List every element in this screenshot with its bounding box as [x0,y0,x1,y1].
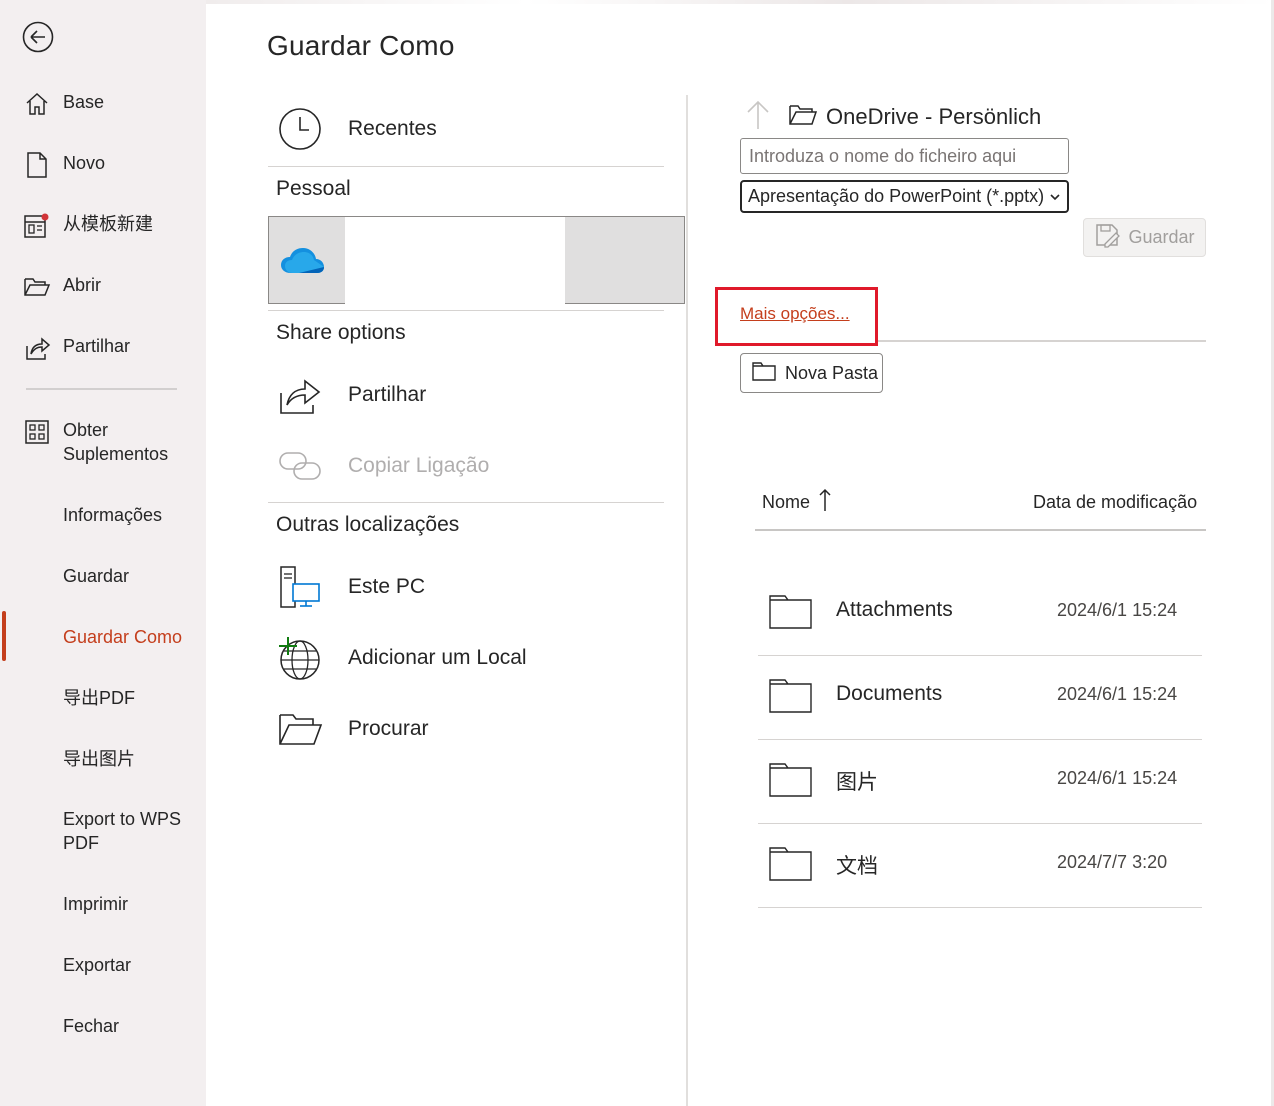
nav-export-label: Exportar [63,955,132,975]
clock-icon [276,105,324,153]
file-type-select[interactable]: Apresentação do PowerPoint (*.pptx) [740,180,1069,213]
link-icon [276,442,324,490]
share-button[interactable]: Partilhar [276,367,676,423]
options-divider [878,340,1206,342]
globe-add-icon [276,634,324,682]
back-arrow-icon [22,21,54,53]
new-document-icon [22,151,52,179]
home-icon [22,90,52,118]
folder-row[interactable]: Attachments 2024/6/1 15:24 [758,572,1202,656]
nav-open-label: Abrir [63,275,102,295]
template-icon [22,212,52,240]
copy-link-button[interactable]: Copiar Ligação [276,438,676,494]
column-header-date[interactable]: Data de modificação [1033,486,1197,518]
chevron-down-icon [1049,186,1061,207]
folder-name: Attachments [836,598,953,621]
nav-from-template-label: 从模板新建 [63,214,153,234]
location-browse[interactable]: Procurar [276,701,676,757]
new-folder-button[interactable]: Nova Pasta [740,353,883,393]
column-header-date-label: Data de modificação [1033,491,1198,512]
nav-new-label: Novo [63,153,106,173]
share-options-heading: Share options [276,321,406,344]
sort-ascending-icon [818,487,832,518]
folder-date: 2024/6/1 15:24 [1057,600,1178,620]
location-add-place-label: Adicionar um Local [348,646,527,669]
nav-save-label: Guardar [63,566,130,586]
nav-share-label: Partilhar [63,336,131,356]
location-onedrive-personal[interactable] [268,216,685,305]
folder-row[interactable]: Documents 2024/6/1 15:24 [758,656,1202,740]
column-header-name-label: Nome [762,491,811,512]
share-icon [276,371,324,419]
open-folder-icon [22,273,52,301]
personal-heading: Pessoal [276,177,351,200]
folder-date: 2024/7/7 3:20 [1057,852,1168,872]
path-breadcrumb: OneDrive - Persönlich [742,100,1041,134]
active-indicator [2,611,6,661]
location-add-place[interactable]: Adicionar um Local [276,630,676,686]
other-locations-heading: Outras localizações [276,513,460,536]
copy-link-label: Copiar Ligação [348,454,490,477]
share-icon [22,334,52,362]
back-button[interactable] [22,21,54,53]
folder-name: Documents [836,682,943,705]
folder-date: 2024/6/1 15:24 [1057,684,1178,704]
location-browse-label: Procurar [348,717,429,740]
folder-icon [751,360,777,387]
save-button-label: Guardar [1128,227,1195,247]
folder-row[interactable]: 图片 2024/6/1 15:24 [758,740,1202,824]
share-divider [268,502,664,503]
location-recent[interactable]: Recentes [276,101,676,157]
nav-print-label: Imprimir [63,894,128,914]
save-button[interactable]: Guardar [1083,218,1206,257]
new-folder-label: Nova Pasta [785,362,879,383]
folder-open-icon [788,103,818,132]
share-label: Partilhar [348,383,427,406]
column-divider [686,95,688,1106]
location-this-pc[interactable]: Este PC [276,559,676,615]
nav-home-label: Base [63,92,105,112]
personal-divider [268,310,664,311]
backstage-sidebar: Base Novo 从模板新建 Abrir Partilhar Obter Su… [0,0,206,1106]
folder-name: 文档 [836,855,878,878]
folder-date: 2024/6/1 15:24 [1057,768,1178,788]
folder-icon [769,594,813,630]
nav-get-addins-label: Obter Suplementos [63,420,169,464]
page-title: Guardar Como [267,30,455,61]
file-type-value: Apresentação do PowerPoint (*.pptx) [748,186,1045,206]
onedrive-account-redacted [345,217,565,305]
window-top-strip [206,0,1274,4]
folder-icon [769,678,813,714]
computer-icon [276,563,324,611]
header-divider [755,529,1206,531]
current-path: OneDrive - Persönlich [826,104,1042,129]
nav-info-label: Informações [63,505,163,525]
folder-icon [769,762,813,798]
more-options-link[interactable]: Mais opções... [740,304,850,324]
folder-row[interactable]: 文档 2024/7/7 3:20 [758,824,1202,908]
nav-export-image-label: 导出图片 [63,749,135,769]
nav-export-wps-pdf-label: Export to WPS PDF [63,809,182,853]
up-arrow-icon[interactable] [742,99,776,136]
save-disk-icon [1094,222,1121,253]
nav-export-pdf-label: 导出PDF [63,688,135,708]
browse-folder-icon [276,705,324,753]
locations-divider [268,166,664,167]
filename-input[interactable] [740,138,1069,174]
folder-icon [769,846,813,882]
folder-name: 图片 [836,771,878,794]
location-recent-label: Recentes [348,117,437,140]
column-header-name[interactable]: Nome [762,486,832,518]
nav-save-as-label: Guardar Como [63,627,183,647]
nav-close-label: Fechar [63,1016,120,1036]
sidebar-divider [26,388,177,390]
addins-icon [22,418,52,446]
onedrive-cloud-icon [279,243,325,277]
location-this-pc-label: Este PC [348,575,426,598]
